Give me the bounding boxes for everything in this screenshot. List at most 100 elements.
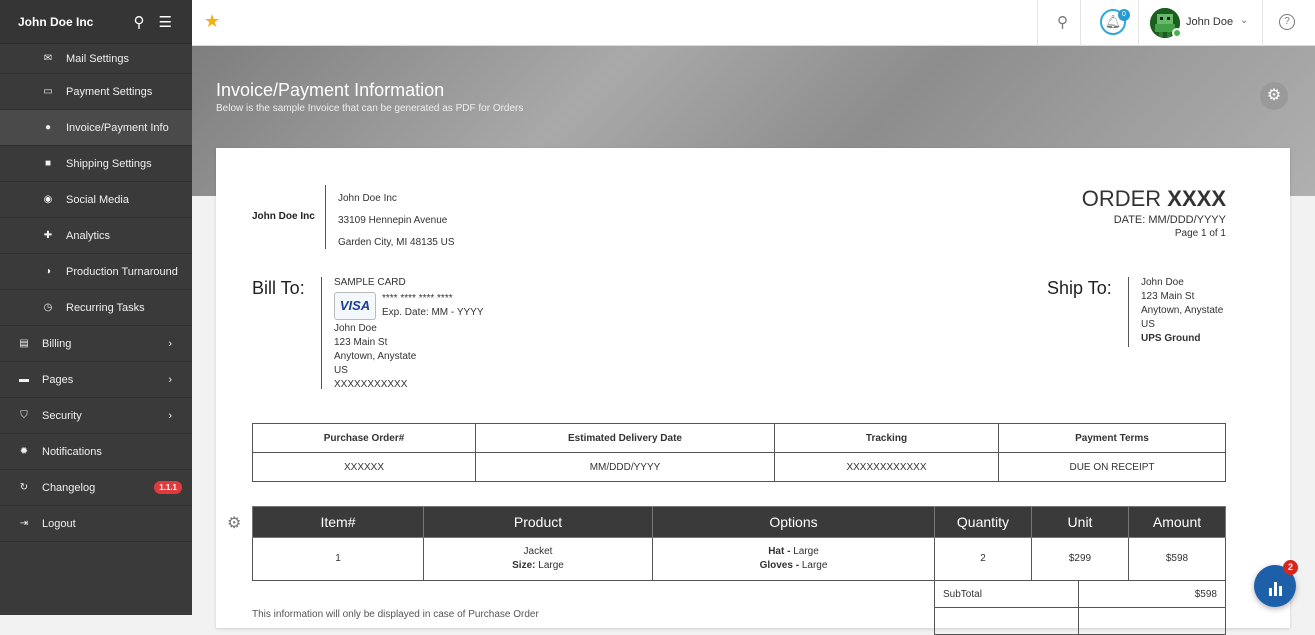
subtotal-value: $598: [1078, 580, 1226, 608]
info-icon: ●: [44, 122, 52, 133]
sidebar-item-pages[interactable]: ▬ Pages ›: [0, 362, 192, 398]
sidebar-item-analytics[interactable]: ✚ Analytics: [0, 218, 192, 254]
chat-badge: 2: [1283, 560, 1298, 575]
sidebar-item-recurring-tasks[interactable]: ◷ Recurring Tasks: [0, 290, 192, 326]
globe-icon: ◉: [43, 194, 53, 205]
menu-icon[interactable]: ☰: [159, 13, 172, 31]
ship-country: US: [1141, 319, 1155, 330]
sidebar-item-social-media[interactable]: ◉ Social Media: [0, 182, 192, 218]
bill-phone: XXXXXXXXXXX: [334, 379, 408, 390]
column-header: Purchase Order#: [252, 423, 476, 453]
bug-icon: ✹: [19, 446, 29, 457]
sidebar-item-label: Recurring Tasks: [66, 301, 145, 314]
address-line: 33109 Hennepin Avenue: [338, 215, 448, 226]
table-header-row: Item# Product Options Quantity Unit Amou…: [252, 506, 1226, 538]
sidebar-item-label: Shipping Settings: [66, 157, 152, 170]
clock-icon: ◷: [43, 302, 53, 313]
sidebar-item-billing[interactable]: ▤ Billing ›: [0, 326, 192, 362]
ship-city: Anytown, Anystate: [1141, 305, 1224, 316]
order-title: ORDER XXXX: [1082, 186, 1226, 212]
table-row: XXXXXX MM/DDD/YYYY XXXXXXXXXXXX DUE ON R…: [252, 452, 1226, 482]
divider: [1262, 0, 1263, 46]
order-number: XXXX: [1167, 186, 1226, 211]
column-header: Product: [423, 506, 653, 538]
table-cell: MM/DDD/YYYY: [475, 452, 775, 482]
chevron-down-icon[interactable]: ⌄: [1240, 15, 1248, 26]
card-icon: ▭: [43, 86, 53, 97]
sidebar-item-shipping-settings[interactable]: ■ Shipping Settings: [0, 146, 192, 182]
divider: [1080, 0, 1081, 46]
divider: [321, 277, 322, 389]
options-cell: Hat - Large Gloves - Large: [652, 537, 935, 581]
help-icon[interactable]: ?: [1279, 14, 1295, 30]
quantity-cell: 2: [934, 537, 1032, 581]
divider: [1037, 0, 1038, 46]
sidebar-item-label: Production Turnaround: [66, 265, 178, 278]
sidebar-item-label: Changelog: [42, 481, 96, 494]
product-cell: Jacket Size: Large: [423, 537, 653, 581]
table-row: [934, 607, 1226, 635]
option-value: Large: [801, 560, 828, 571]
item-number: 1: [252, 537, 424, 581]
table-cell: [1078, 607, 1226, 635]
user-name[interactable]: John Doe: [1186, 16, 1233, 28]
bill-name: John Doe: [334, 323, 377, 334]
sidebar-item-security[interactable]: ⛉ Security ›: [0, 398, 192, 434]
sidebar-item-label: Security: [42, 409, 82, 422]
billing-icon: ▤: [19, 338, 29, 349]
table-cell: [934, 607, 1079, 635]
sidebar-item-label: Pages: [42, 373, 74, 386]
table-row: 1 Jacket Size: Large Hat - Large Gloves …: [252, 537, 1226, 581]
option-label: Hat -: [768, 546, 791, 557]
bill-city: Anytown, Anystate: [334, 351, 417, 362]
brand-name: John Doe Inc: [18, 14, 94, 29]
page-title: Invoice/Payment Information: [216, 80, 445, 100]
unit-price-cell: $299: [1031, 537, 1129, 581]
sidebar-item-label: Mail Settings: [66, 52, 129, 65]
table-row: SubTotal $598: [934, 580, 1226, 608]
card-row: VISA **** **** **** **** Exp. Date: MM -…: [334, 292, 484, 320]
bill-country: US: [334, 365, 348, 376]
sidebar-item-notifications[interactable]: ✹ Notifications: [0, 434, 192, 470]
logout-icon: ⇥: [19, 518, 29, 529]
chevron-right-icon: ›: [168, 409, 172, 422]
settings-gear-icon[interactable]: ⚙: [1260, 82, 1288, 110]
company-address: John Doe Inc 33109 Hennepin Avenue Garde…: [338, 188, 455, 254]
card-name: SAMPLE CARD: [334, 277, 406, 288]
option-value: Large: [793, 546, 819, 557]
sidebar-item-payment-settings[interactable]: ▭ Payment Settings: [0, 74, 192, 110]
option-line: Hat - Large: [653, 545, 934, 559]
size-value: Large: [538, 560, 564, 571]
size-label: Size:: [512, 560, 536, 571]
order-info-table: Purchase Order# Estimated Delivery Date …: [252, 423, 1226, 482]
sidebar-item-invoice-payment-info[interactable]: ● Invoice/Payment Info: [0, 110, 192, 146]
ship-name: John Doe: [1141, 277, 1184, 288]
order-date: DATE: MM/DDD/YYYY: [1113, 214, 1226, 226]
mail-icon: ✉: [43, 53, 53, 64]
sidebar-item-mail-settings[interactable]: ✉ Mail Settings: [0, 44, 192, 74]
option-label: Gloves -: [759, 560, 800, 571]
sidebar-item-logout[interactable]: ⇥ Logout: [0, 506, 192, 542]
column-header: Item#: [252, 506, 424, 538]
invoice-preview: John Doe Inc John Doe Inc 33109 Hennepin…: [216, 148, 1290, 635]
amount-cell: $598: [1128, 537, 1226, 581]
page-count: Page 1 of 1: [1174, 228, 1226, 239]
sidebar-item-production-turnaround[interactable]: ◑ Production Turnaround: [0, 254, 192, 290]
column-header: Unit: [1031, 506, 1129, 538]
table-settings-gear-icon[interactable]: ⚙: [227, 513, 241, 533]
column-header: Payment Terms: [998, 423, 1226, 453]
favorite-star-icon[interactable]: ★: [204, 11, 220, 32]
ship-method: UPS Ground: [1141, 333, 1201, 344]
version-badge: 1.1.1: [154, 481, 182, 494]
sidebar-item-changelog[interactable]: ↻ Changelog 1.1.1: [0, 470, 192, 506]
search-icon[interactable]: ⚲: [1057, 13, 1068, 31]
bill-to-details: SAMPLE CARD VISA **** **** **** **** Exp…: [334, 276, 484, 392]
product-name: Jacket: [523, 546, 553, 557]
search-icon[interactable]: ⚲: [134, 13, 145, 31]
chevron-right-icon: ›: [168, 373, 172, 386]
ship-street: 123 Main St: [1141, 291, 1195, 302]
gauge-icon: ◑: [44, 266, 52, 277]
address-line: Garden City, MI 48135 US: [338, 237, 455, 248]
sidebar: John Doe Inc ⚲ ☰ ✉ Mail Settings ▭ Payme…: [0, 0, 192, 615]
subtotal-label: SubTotal: [934, 580, 1079, 608]
